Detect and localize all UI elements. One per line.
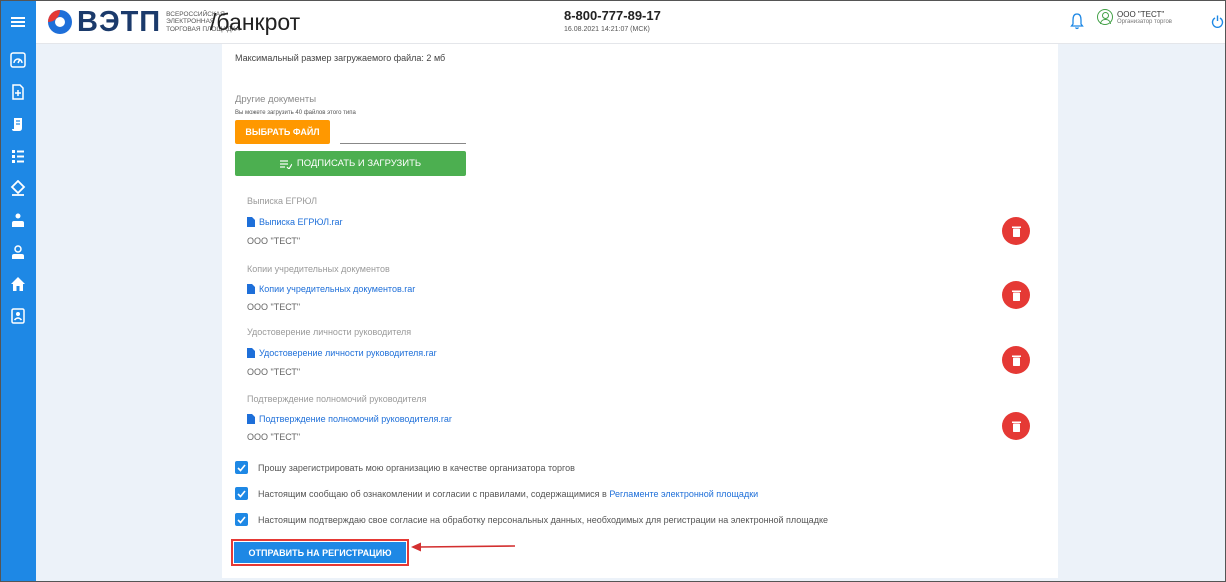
document-title: Удостоверение личности руководителя [247,327,412,337]
account-name: ООО "ТЕСТ" [1117,9,1165,19]
register-organizer-agreement: Прошу зарегистрировать мою организацию в… [235,461,575,474]
trash-icon [1011,290,1021,301]
server-datetime: 16.08.2021 14:21:07 (МСК) [564,26,650,33]
signature-icon [279,159,292,169]
personal-data-text: Настоящим подтверждаю свое согласие на о… [258,514,828,525]
document-owner: ООО "ТЕСТ" [247,432,301,442]
personal-data-checkbox[interactable] [235,513,248,526]
contacts-icon [11,308,25,324]
top-bar: ВЭТП ВСЕРОССИЙСКАЯ ЭЛЕКТРОННАЯ ТОРГОВАЯ … [0,0,1226,44]
rules-agreement: Настоящим сообщаю об ознакомлении и согл… [235,487,758,500]
sidebar-item-contacts[interactable] [0,300,36,332]
register-organizer-checkbox[interactable] [235,461,248,474]
home-icon [11,277,25,291]
delete-document-button[interactable] [1002,281,1030,309]
sidebar-item-new-document[interactable] [0,76,36,108]
sidebar-item-home[interactable] [0,268,36,300]
document-file-link[interactable]: Копии учредительных документов.rar [247,284,415,294]
power-icon[interactable] [1211,15,1224,28]
document-file-link[interactable]: Выписка ЕГРЮЛ.rar [247,217,343,227]
annotation-arrow-icon [411,542,516,552]
hamburger-icon [11,17,25,27]
delete-document-button[interactable] [1002,346,1030,374]
document-title: Копии учредительных документов [247,264,390,274]
list-icon [12,150,24,163]
trash-icon [1011,355,1021,366]
document-title: Выписка ЕГРЮЛ [247,196,317,206]
delete-document-button[interactable] [1002,412,1030,440]
check-icon [237,489,246,498]
sidebar [0,44,36,582]
other-documents-note: Вы можете загрузить 40 файлов этого типа [235,110,356,116]
rules-agreement-checkbox[interactable] [235,487,248,500]
sign-and-upload-label: ПОДПИСАТЬ И ЗАГРУЗИТЬ [296,158,422,169]
document-owner: ООО "ТЕСТ" [247,302,301,312]
menu-toggle-button[interactable] [0,0,36,44]
sign-and-upload-button[interactable]: ПОДПИСАТЬ И ЗАГРУЗИТЬ [235,151,466,176]
check-icon [237,463,246,472]
submit-highlight: ОТПРАВИТЬ НА РЕГИСТРАЦИЮ [231,539,409,566]
person-up-icon [12,213,24,227]
document-file-link[interactable]: Подтверждение полномочий руководителя.ra… [247,414,452,424]
sidebar-item-lists[interactable] [0,140,36,172]
document-file-name: Копии учредительных документов.rar [259,284,416,294]
gauge-icon [10,52,26,68]
user-icon [1097,9,1113,25]
document-owner: ООО "ТЕСТ" [247,236,301,246]
rules-agreement-label: Настоящим сообщаю об ознакомлении и согл… [258,488,607,499]
other-documents-label: Другие документы [235,94,317,105]
document-title: Подтверждение полномочий руководителя [247,394,427,404]
support-phone: 8-800-777-89-17 [564,8,661,23]
sidebar-item-auctions[interactable] [0,172,36,204]
sidebar-item-procedures[interactable] [0,108,36,140]
document-owner: ООО "ТЕСТ" [247,367,301,377]
file-icon [247,217,255,227]
scroll-icon [12,118,22,131]
personal-data-agreement: Настоящим подтверждаю свое согласие на о… [235,513,828,526]
document-plus-icon [12,84,24,100]
section-title: /банкрот [210,9,301,35]
document-file-name: Удостоверение личности руководителя.rar [259,348,437,358]
delete-document-button[interactable] [1002,217,1030,245]
document-file-name: Подтверждение полномочий руководителя.ra… [259,414,452,424]
sidebar-item-organizers[interactable] [0,236,36,268]
choose-file-button[interactable]: ВЫБРАТЬ ФАЙЛ [235,120,330,144]
sidebar-item-dashboard[interactable] [0,44,36,76]
platform-regulations-link[interactable]: Регламенте электронной площадки [609,489,758,499]
submit-registration-button[interactable]: ОТПРАВИТЬ НА РЕГИСТРАЦИЮ [234,542,406,563]
gavel-icon [10,180,26,196]
document-file-name: Выписка ЕГРЮЛ.rar [259,217,343,227]
rules-agreement-text: Настоящим сообщаю об ознакомлении и согл… [258,489,758,499]
trash-icon [1011,226,1021,237]
account-menu[interactable]: ООО "ТЕСТ" Организатор торгов [1097,9,1172,25]
max-file-size-note: Максимальный размер загружаемого файла: … [235,53,446,63]
document-file-link[interactable]: Удостоверение личности руководителя.rar [247,348,437,358]
register-organizer-text: Прошу зарегистрировать мою организацию в… [258,462,575,473]
person-down-icon [12,245,24,259]
logo-text: ВЭТП [77,6,162,38]
file-icon [247,284,255,294]
trash-icon [1011,421,1021,432]
sidebar-item-participants[interactable] [0,204,36,236]
file-icon [247,414,255,424]
account-role: Организатор торгов [1117,18,1172,25]
logo-mark-icon [48,10,72,34]
check-icon [237,515,246,524]
bell-icon[interactable] [1070,12,1084,30]
file-name-field[interactable] [340,143,466,144]
file-icon [247,348,255,358]
